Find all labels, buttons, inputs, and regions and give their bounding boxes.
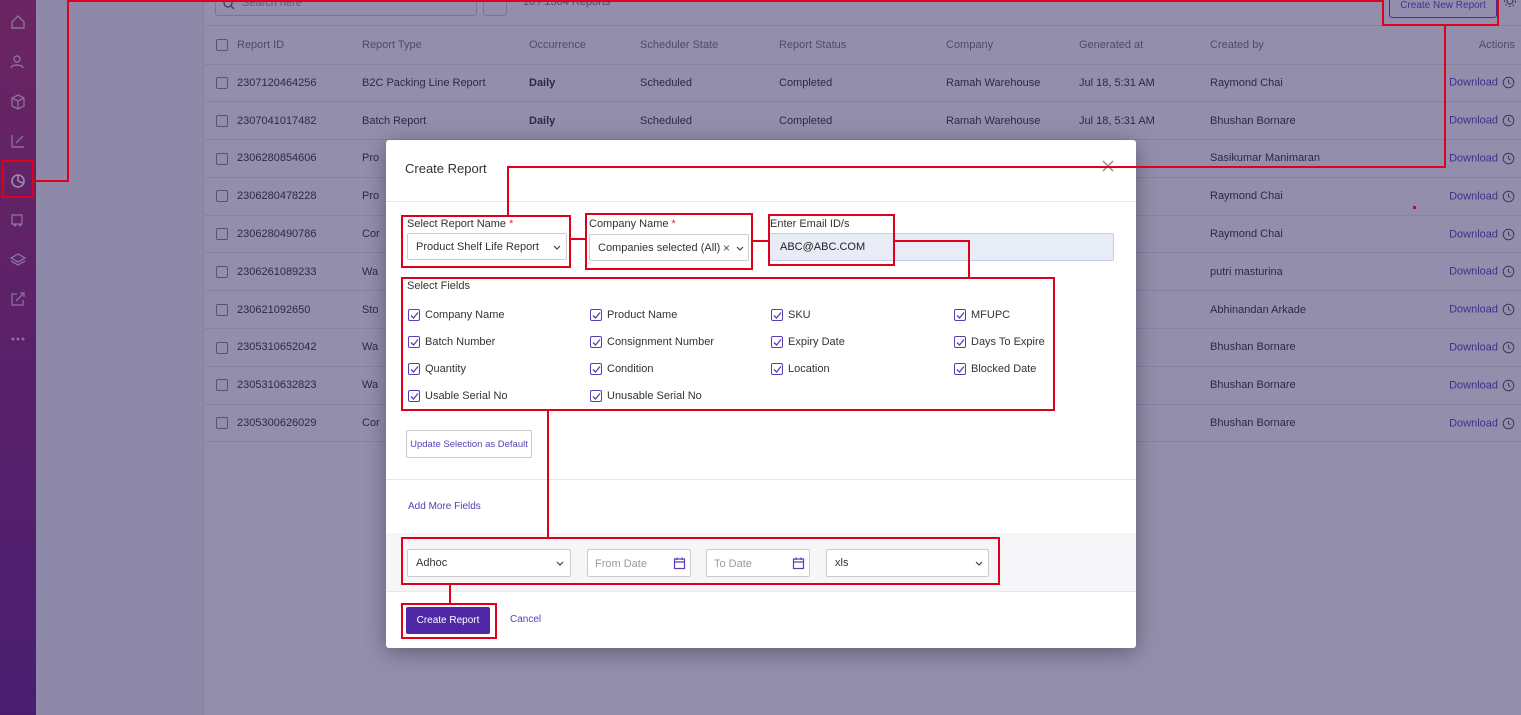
field-checkbox-label: SKU — [788, 309, 811, 321]
to-date-input[interactable]: To Date — [706, 549, 810, 577]
add-more-fields-link[interactable]: Add More Fields — [408, 501, 481, 512]
chevron-down-icon — [736, 244, 744, 252]
checkmark-icon — [408, 309, 420, 321]
create-report-modal: Create Report Select Report Name * Produ… — [386, 140, 1136, 648]
checkmark-icon — [771, 363, 783, 375]
field-checkbox-label: Batch Number — [425, 336, 496, 348]
checkmark-icon — [590, 363, 602, 375]
calendar-icon[interactable] — [673, 556, 686, 570]
email-field[interactable]: ABC@ABC.COM — [769, 233, 1114, 261]
divider — [386, 479, 1136, 480]
field-checkbox-label: MFUPC — [971, 309, 1011, 321]
field-checkbox-label: Expiry Date — [788, 336, 845, 348]
modal-title: Create Report — [405, 161, 487, 176]
chevron-down-icon — [556, 559, 564, 567]
checkmark-icon — [590, 309, 602, 321]
from-date-placeholder: From Date — [595, 558, 647, 570]
update-default-button[interactable]: Update Selection as Default — [406, 430, 532, 458]
frequency-value: Adhoc — [416, 557, 448, 569]
checkmark-icon — [954, 363, 966, 375]
select-fields-title: Select Fields — [407, 280, 470, 292]
company-select[interactable]: Companies selected (All) × — [589, 234, 749, 261]
field-checkbox-label: Days To Expire — [971, 336, 1045, 348]
checkmark-icon — [954, 336, 966, 348]
report-name-label: Select Report Name * — [407, 218, 514, 230]
checkmark-icon — [771, 336, 783, 348]
frequency-select[interactable]: Adhoc — [407, 549, 571, 577]
chevron-down-icon — [553, 243, 561, 251]
checkmark-icon — [408, 363, 420, 375]
company-value: Companies selected (All) — [598, 242, 721, 254]
field-checkbox-label: Unusable Serial No — [607, 390, 702, 402]
checkmark-icon — [954, 309, 966, 321]
chevron-down-icon — [975, 559, 983, 567]
field-checkbox-label: Usable Serial No — [425, 390, 508, 402]
report-name-select[interactable]: Product Shelf Life Report — [407, 233, 567, 260]
from-date-input[interactable]: From Date — [587, 549, 691, 577]
create-report-button[interactable]: Create Report — [406, 607, 490, 634]
checkmark-icon — [771, 309, 783, 321]
cancel-link[interactable]: Cancel — [510, 614, 541, 625]
checkmark-icon — [590, 336, 602, 348]
field-checkbox-label: Quantity — [425, 363, 466, 375]
close-icon[interactable] — [1100, 158, 1116, 174]
format-select[interactable]: xls — [826, 549, 989, 577]
clear-icon[interactable]: × — [723, 241, 730, 255]
company-label: Company Name * — [589, 218, 676, 230]
checkmark-icon — [408, 390, 420, 402]
field-checkbox-label: Product Name — [607, 309, 678, 321]
format-value: xls — [835, 557, 849, 569]
field-checkbox-label: Consignment Number — [607, 336, 714, 348]
email-value: ABC@ABC.COM — [780, 241, 866, 253]
modal-header: Create Report — [386, 140, 1136, 202]
field-checkbox-label: Company Name — [425, 309, 505, 321]
to-date-placeholder: To Date — [714, 558, 752, 570]
email-label: Enter Email ID/s — [770, 218, 850, 230]
field-checkbox-label: Blocked Date — [971, 363, 1037, 375]
calendar-icon[interactable] — [792, 556, 805, 570]
divider — [386, 591, 1136, 592]
report-name-value: Product Shelf Life Report — [416, 241, 539, 253]
field-checkbox-label: Location — [788, 363, 830, 375]
checkmark-icon — [590, 390, 602, 402]
field-checkbox-label: Condition — [607, 363, 654, 375]
checkmark-icon — [408, 336, 420, 348]
